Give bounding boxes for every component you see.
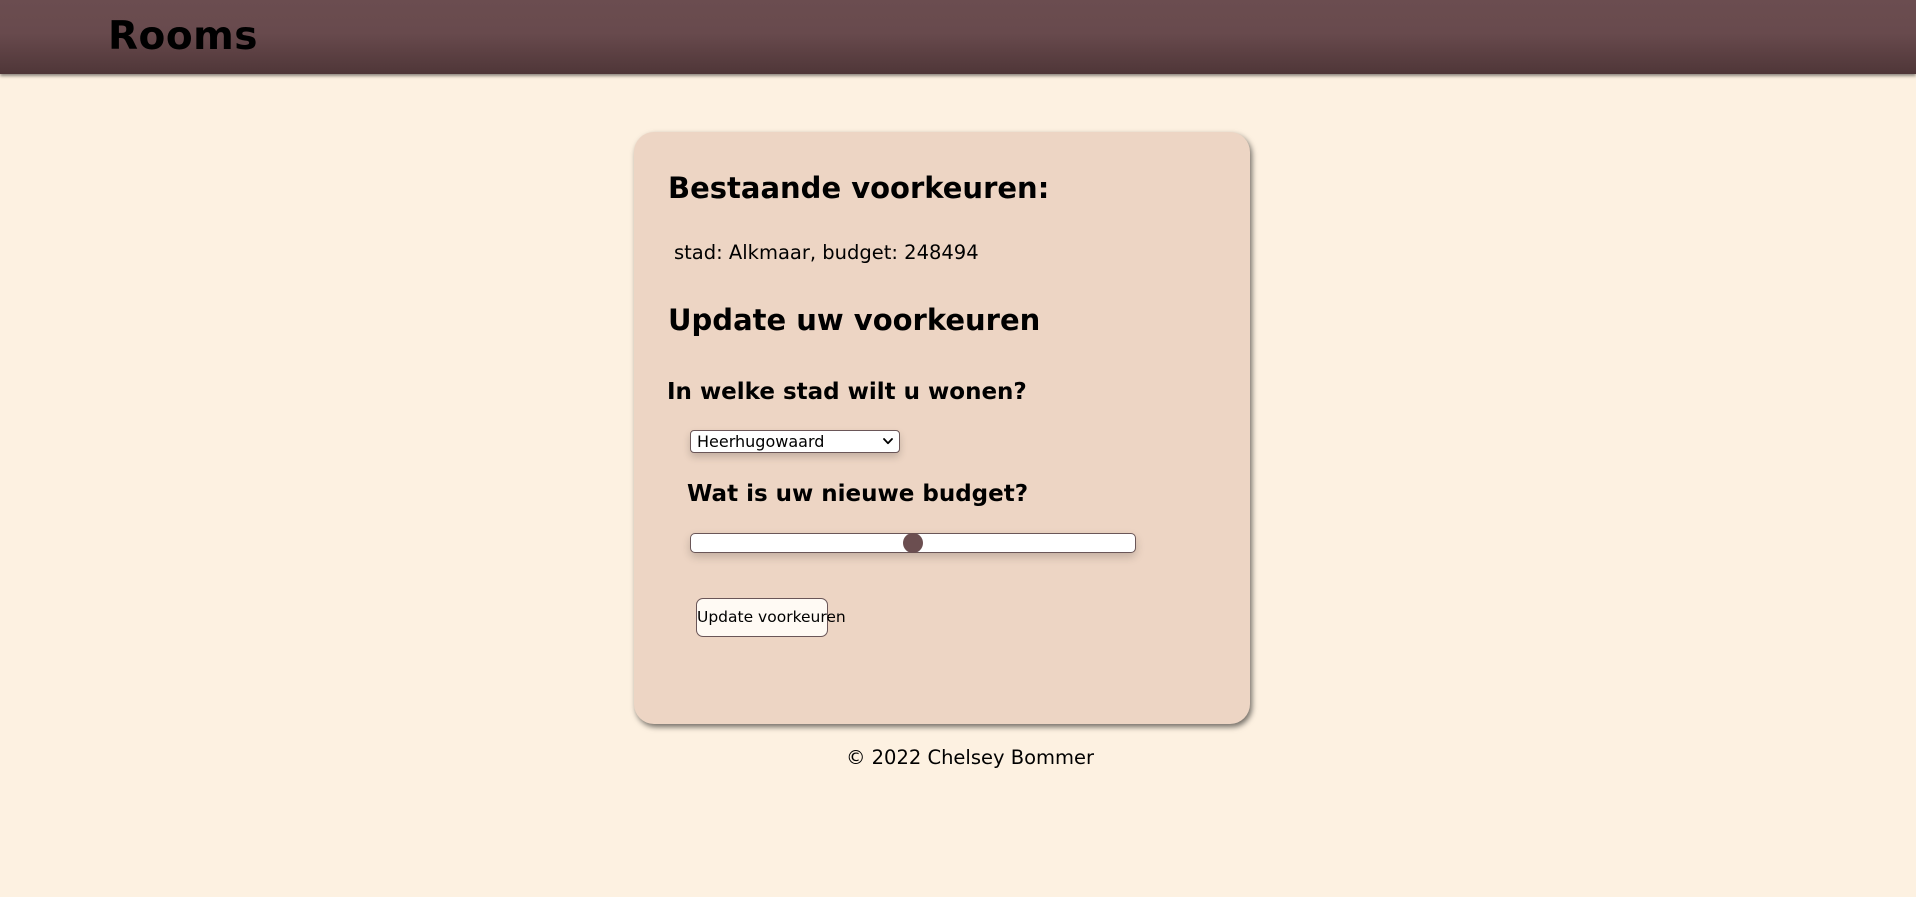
city-select-value: Heerhugowaard <box>697 432 825 451</box>
city-select[interactable]: Heerhugowaard <box>690 430 900 453</box>
existing-preferences-text: stad: Alkmaar, budget: 248494 <box>674 241 979 264</box>
update-preferences-button[interactable]: Update voorkeuren <box>696 598 846 637</box>
budget-slider-thumb[interactable] <box>903 533 923 553</box>
footer-copyright: © 2022 Chelsey Bommer <box>845 746 1095 769</box>
preferences-card: Bestaande voorkeuren: stad: Alkmaar, bud… <box>634 132 1250 724</box>
site-brand[interactable]: Rooms <box>108 12 258 62</box>
chevron-down-icon <box>883 438 893 445</box>
budget-question-label: Wat is uw nieuwe budget? <box>687 481 1029 507</box>
budget-slider[interactable] <box>690 533 1136 553</box>
top-navigation-bar: Rooms <box>0 0 1916 74</box>
update-preferences-heading: Update uw voorkeuren <box>668 303 1041 337</box>
city-question-label: In welke stad wilt u wonen? <box>667 379 1027 405</box>
existing-preferences-heading: Bestaande voorkeuren: <box>668 171 1050 205</box>
